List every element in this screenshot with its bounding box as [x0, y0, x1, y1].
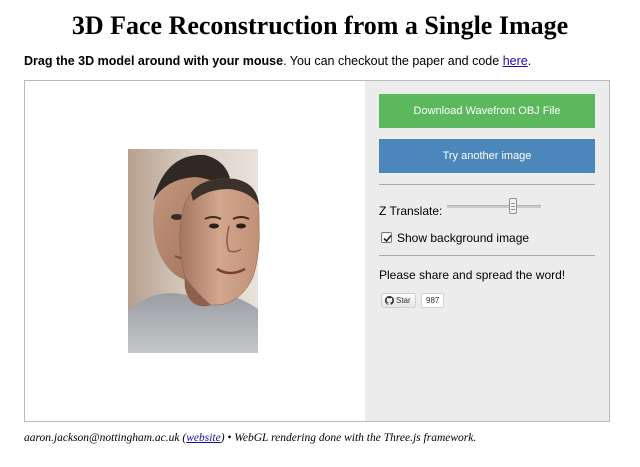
footer-credits: • WebGL rendering done with the Three.js… — [224, 432, 477, 444]
intro-instruction: Drag the 3D model around with your mouse — [24, 54, 284, 68]
show-background-checkbox[interactable] — [381, 232, 392, 243]
z-translate-slider[interactable] — [447, 205, 541, 208]
paper-code-link[interactable]: here — [503, 54, 528, 68]
intro-end: . — [527, 54, 532, 68]
github-star-label: Star — [396, 296, 411, 305]
control-panel: Download Wavefront OBJ File Try another … — [365, 81, 609, 421]
try-another-image-button[interactable]: Try another image — [379, 139, 595, 173]
z-translate-slider-thumb[interactable] — [508, 198, 517, 214]
footer: aaron.jackson@nottingham.ac.uk (website)… — [24, 431, 476, 445]
intro-paper-text: . You can checkout the paper and code — [283, 54, 503, 68]
checkmark-icon — [383, 234, 392, 243]
z-translate-label: Z Translate: — [379, 204, 443, 218]
divider — [379, 184, 595, 185]
website-link[interactable]: website — [186, 432, 221, 444]
3d-model-canvas[interactable] — [25, 81, 365, 421]
show-background-label[interactable]: Show background image — [397, 231, 529, 245]
author-email: aaron.jackson@nottingham.ac.uk — [24, 432, 180, 444]
github-star-button[interactable]: Star — [381, 293, 416, 308]
download-obj-button[interactable]: Download Wavefront OBJ File — [379, 94, 595, 128]
divider — [379, 255, 595, 256]
intro-text: Drag the 3D model around with your mouse… — [24, 53, 531, 69]
github-octocat-icon — [385, 296, 394, 305]
github-star-count[interactable]: 987 — [421, 293, 445, 308]
page-title: 3D Face Reconstruction from a Single Ima… — [71, 11, 569, 40]
face-render[interactable] — [25, 81, 365, 421]
viewer-container: Download Wavefront OBJ File Try another … — [24, 80, 610, 422]
share-text: Please share and spread the word! — [379, 268, 566, 282]
